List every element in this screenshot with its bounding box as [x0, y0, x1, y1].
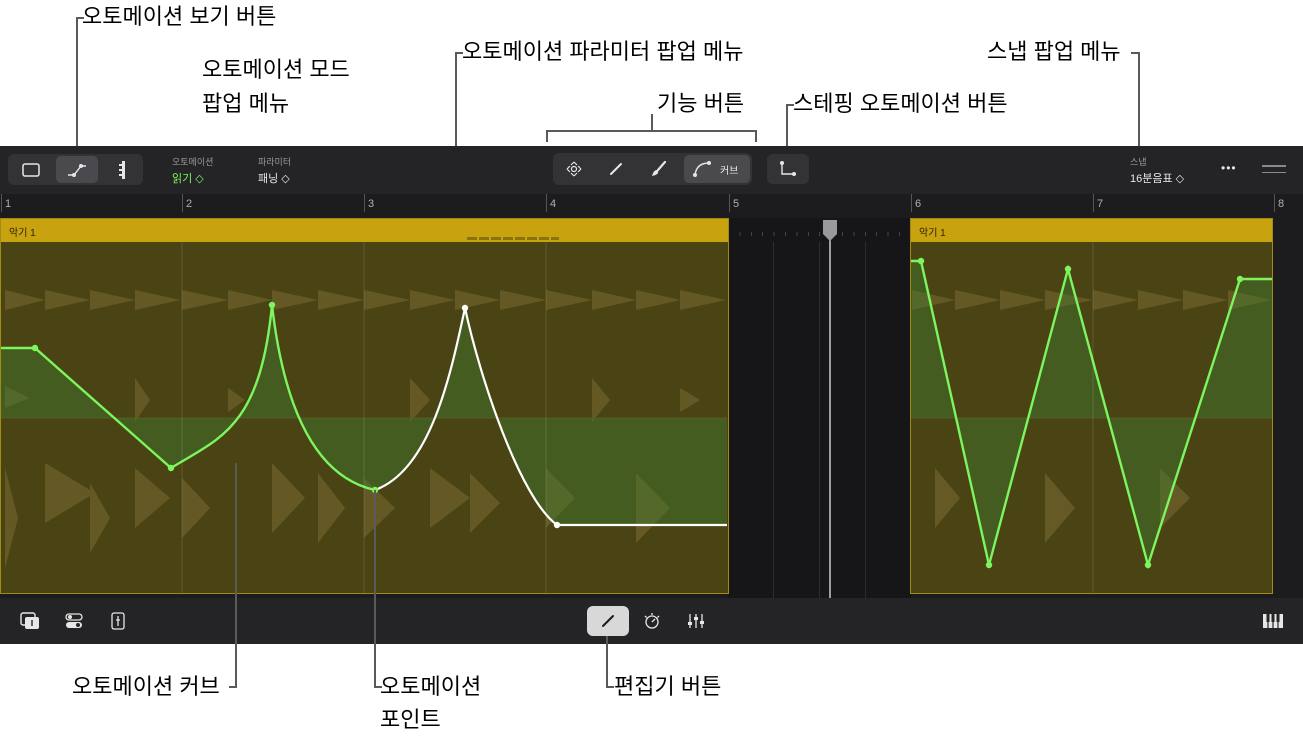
window-view-button[interactable] [12, 156, 50, 183]
ruler-bar-tick [729, 194, 730, 212]
callout-automation-curve: 오토메이션 커브 [72, 674, 220, 699]
automation-point[interactable] [1144, 561, 1152, 569]
callout-automation-view-button: 오토메이션 보기 버튼 [82, 4, 277, 29]
brush-icon [652, 160, 667, 176]
callout-parameter-popup: 오토메이션 파라미터 팝업 메뉴 [462, 39, 744, 64]
ruler-bar-4: 4 [550, 198, 557, 210]
callout-mode-popup-line1: 오토메이션 모드 [202, 57, 350, 82]
callout-snap-popup: 스냅 팝업 메뉴 [987, 39, 1121, 64]
callout-line [76, 17, 78, 159]
callout-line [374, 490, 376, 688]
callout-line [786, 104, 794, 106]
automation-mode-label: 오토메이션 [172, 157, 214, 167]
automation-mode-popup[interactable]: 읽기 ◇ [172, 170, 204, 186]
smart-controls-button[interactable] [638, 608, 666, 634]
pencil-icon [610, 163, 622, 175]
keyboard-icon [1263, 614, 1283, 628]
brush-tool-button[interactable] [640, 155, 678, 183]
ruler-bar-8: 8 [1278, 198, 1285, 210]
callout-mode-popup-line2: 팝업 메뉴 [202, 91, 290, 116]
window-icon [22, 162, 40, 177]
ruler-bar-3: 3 [368, 198, 375, 210]
callout-bracket [755, 130, 757, 142]
automation-lane[interactable] [0, 218, 1303, 598]
timeline-ruler[interactable]: 1 2 3 4 5 6 7 8 [0, 194, 1303, 218]
control-bar [0, 598, 1303, 644]
keyboard-button[interactable] [1258, 608, 1288, 634]
ruler-bar-tick [182, 194, 183, 212]
parameter-label: 파라미터 [258, 157, 292, 167]
callout-editor-button: 편집기 버튼 [614, 674, 722, 699]
playhead-handle[interactable] [823, 220, 837, 241]
automation-point[interactable] [1236, 275, 1244, 283]
callout-function-buttons: 기능 버튼 [657, 91, 745, 116]
curve-icon [693, 161, 711, 177]
callout-line [455, 52, 463, 54]
callout-line [235, 463, 237, 687]
callout-bracket [651, 114, 653, 131]
snap-popup[interactable]: 16분음표 ◇ [1130, 170, 1184, 186]
browser-button[interactable] [16, 608, 44, 634]
automation-point[interactable] [268, 301, 276, 309]
callout-bracket [546, 130, 548, 142]
top-toolbar: 오토메이션 읽기 ◇ 파라미터 패닝 ◇ 커브 스냅 16분음표 ◇ ••• [0, 146, 1303, 194]
automation-point[interactable] [461, 304, 469, 312]
stepping-automation-button[interactable] [767, 154, 809, 184]
automation-point[interactable] [985, 561, 993, 569]
inspector-button[interactable] [104, 608, 132, 634]
automation-icon [68, 163, 86, 177]
curve-tool-button[interactable]: 커브 [684, 155, 750, 183]
editor-button[interactable] [587, 606, 629, 636]
inspector-icon [111, 612, 125, 630]
logic-app-window: 오토메이션 읽기 ◇ 파라미터 패닝 ◇ 커브 스냅 16분음표 ◇ ••• 1… [0, 146, 1303, 644]
callout-line [606, 636, 608, 687]
automation-point[interactable] [31, 344, 39, 352]
piano-roll-view-button[interactable] [103, 156, 141, 183]
ruler-bar-tick [911, 194, 912, 212]
move-tool-button[interactable] [556, 155, 592, 183]
pencil-tool-button[interactable] [598, 155, 634, 183]
callout-line [229, 686, 237, 688]
ruler-bar-5: 5 [733, 198, 740, 210]
automation-point[interactable] [167, 464, 175, 472]
callout-line [606, 686, 614, 688]
editor-icon [602, 615, 614, 627]
ruler-bar-2: 2 [186, 198, 193, 210]
move-icon [566, 161, 582, 177]
curve-tool-label: 커브 [720, 165, 739, 177]
callout-line [76, 17, 84, 19]
snap-label: 스냅 [1130, 157, 1147, 167]
ruler-bar-6: 6 [915, 198, 922, 210]
automation-point[interactable] [917, 257, 925, 265]
callout-automation-point-line2: 포인트 [380, 707, 441, 732]
ruler-bar-tick [364, 194, 365, 212]
mixer-button[interactable] [682, 608, 710, 634]
ruler-bar-tick [546, 194, 547, 212]
piano-roll-icon [119, 160, 125, 179]
callout-automation-point-line1: 오토메이션 [380, 674, 482, 699]
ruler-bar-1: 1 [5, 198, 12, 210]
mixer-icon [688, 614, 704, 628]
toggle-icon [65, 613, 83, 628]
drag-handle[interactable] [1262, 165, 1286, 174]
ruler-bar-7: 7 [1097, 198, 1104, 210]
callout-line [1131, 52, 1140, 54]
step-icon [780, 161, 796, 176]
callout-stepping-button: 스테핑 오토메이션 버튼 [793, 91, 1008, 116]
automation-point[interactable] [553, 521, 561, 529]
ruler-bar-tick [1274, 194, 1275, 212]
parameter-popup[interactable]: 패닝 ◇ [258, 170, 290, 186]
metronome-icon [644, 613, 660, 629]
browser-icon [20, 612, 39, 629]
more-button[interactable]: ••• [1221, 161, 1237, 175]
ruler-bar-tick [1093, 194, 1094, 212]
toggle-controls-button[interactable] [60, 608, 88, 634]
ruler-bar-tick [1, 194, 2, 212]
automation-point[interactable] [1064, 265, 1072, 273]
automation-view-button[interactable] [56, 156, 98, 183]
callout-line [1138, 52, 1140, 152]
